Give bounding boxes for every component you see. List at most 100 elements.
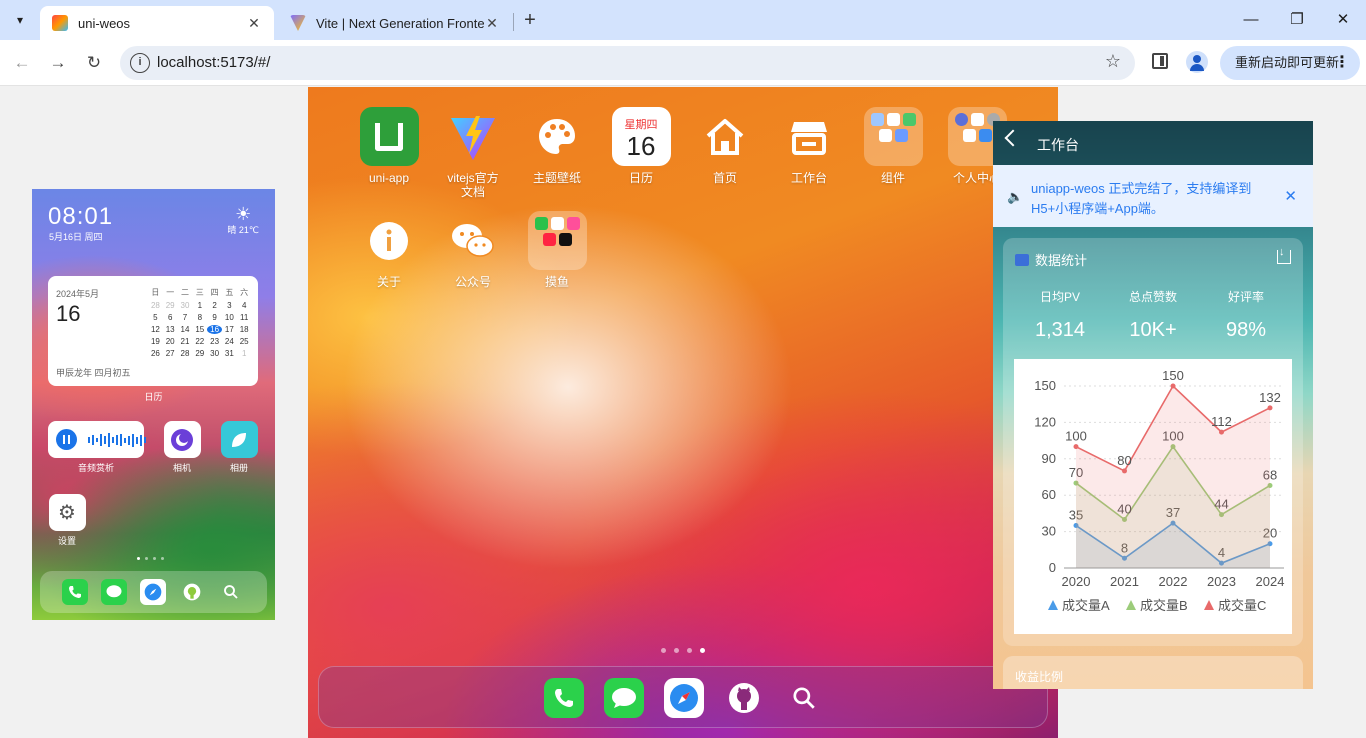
calendar-day[interactable]: 1	[192, 301, 207, 310]
new-tab-plus-icon[interactable]: +	[518, 9, 542, 33]
x-tick-label: 2022	[1159, 574, 1188, 589]
calendar-day[interactable]: 15	[192, 325, 207, 334]
calendar-day[interactable]: 30	[207, 349, 222, 358]
calendar-day[interactable]: 17	[222, 325, 237, 334]
audio-widget[interactable]	[48, 421, 146, 458]
calendar-day[interactable]: 29	[163, 301, 178, 310]
calendar-day[interactable]: 12	[148, 325, 163, 334]
calendar-day[interactable]: 28	[178, 349, 193, 358]
calendar-day[interactable]: 25	[237, 337, 252, 346]
line-chart-icon	[1015, 253, 1029, 266]
address-bar[interactable]: i localhost:5173/#/ ☆	[120, 46, 1135, 80]
reload-icon[interactable]: ↻	[80, 49, 108, 77]
app-components-folder[interactable]: 组件	[853, 107, 933, 185]
tab-uni-weos[interactable]: uni-weos ✕	[40, 6, 274, 40]
calendar-day[interactable]: 24	[222, 337, 237, 346]
calendar-day[interactable]: 16	[207, 325, 222, 334]
calendar-day[interactable]: 11	[237, 313, 252, 322]
calendar-day[interactable]: 2	[207, 301, 222, 310]
calendar-day[interactable]: 13	[163, 325, 178, 334]
vite-logo-icon	[444, 107, 503, 166]
bookmark-star-icon[interactable]: ☆	[1105, 51, 1121, 72]
calendar-day[interactable]: 9	[207, 313, 222, 322]
app-calendar[interactable]: 星期四 16 日历	[601, 107, 681, 185]
calendar-day[interactable]: 10	[222, 313, 237, 322]
legend-triangle-icon	[1126, 600, 1136, 610]
calendar-day[interactable]: 31	[222, 349, 237, 358]
calendar-grid: 日一二三四五六 28 29 30 1 2 3 4 5 6 7 8 9 10 11 12 13 14 15 16 17 18…	[148, 287, 252, 358]
calendar-day[interactable]: 6	[163, 313, 178, 322]
search-icon[interactable]	[784, 678, 824, 718]
app-home[interactable]: 首页	[685, 107, 765, 185]
app-about[interactable]: 关于	[349, 211, 429, 289]
desktop-dock	[318, 666, 1048, 728]
messages-icon[interactable]	[101, 579, 127, 605]
calendar-day[interactable]: 19	[148, 337, 163, 346]
app-workbench[interactable]: 工作台	[769, 107, 849, 185]
window-close-icon[interactable]: ✕	[1320, 8, 1366, 32]
y-tick-label: 30	[1042, 524, 1056, 539]
phone-app-settings[interactable]: ⚙ 设置	[42, 494, 92, 547]
github-icon[interactable]	[724, 678, 764, 718]
tab-search-chevron-icon[interactable]: ▾	[8, 8, 32, 32]
forward-arrow-icon[interactable]: →	[44, 49, 72, 77]
calendar-day[interactable]: 28	[148, 301, 163, 310]
update-button[interactable]: 重新启动即可更新 ⋮	[1220, 46, 1360, 80]
search-icon[interactable]	[218, 579, 244, 605]
tab-separator	[513, 13, 514, 31]
notice-close-icon[interactable]: ✕	[1284, 187, 1297, 205]
safari-compass-icon[interactable]	[664, 678, 704, 718]
tab-vite[interactable]: Vite | Next Generation Fronte ✕	[278, 6, 512, 40]
calendar-day[interactable]: 8	[192, 313, 207, 322]
calendar-day[interactable]: 1	[237, 349, 252, 358]
restore-icon[interactable]: ❐	[1274, 8, 1320, 32]
tab-close-icon[interactable]: ✕	[246, 15, 262, 32]
camera-icon	[163, 421, 201, 458]
calendar-day[interactable]: 22	[192, 337, 207, 346]
minimize-icon[interactable]: —	[1228, 8, 1274, 32]
calendar-day[interactable]: 7	[178, 313, 193, 322]
safari-compass-icon[interactable]	[140, 579, 166, 605]
calendar-day[interactable]: 29	[192, 349, 207, 358]
phone-app-camera[interactable]: 相机	[157, 421, 207, 474]
side-panel-icon[interactable]	[1152, 53, 1168, 69]
app-moyu-folder[interactable]: 摸鱼	[517, 211, 597, 289]
app-official-account[interactable]: 公众号	[433, 211, 513, 289]
calendar-day[interactable]: 21	[178, 337, 193, 346]
pause-icon[interactable]	[56, 429, 77, 450]
phone-app-gallery[interactable]: 相册	[214, 421, 264, 474]
phone-call-icon[interactable]	[544, 678, 584, 718]
legend-label: 成交量B	[1140, 598, 1188, 613]
calendar-day[interactable]: 23	[207, 337, 222, 346]
calendar-icon-weekday: 星期四	[624, 118, 658, 131]
calendar-day[interactable]: 4	[237, 301, 252, 310]
calendar-day[interactable]: 30	[178, 301, 193, 310]
components-folder-icon	[863, 107, 923, 166]
address-url[interactable]: localhost:5173/#/	[157, 54, 270, 71]
phone-call-icon[interactable]	[62, 579, 88, 605]
kebab-menu-icon[interactable]: ⋮	[1334, 46, 1350, 80]
update-label: 重新启动即可更新	[1235, 55, 1340, 70]
calendar-day[interactable]: 5	[148, 313, 163, 322]
moyu-folder-icon	[527, 211, 587, 270]
app-uni-app[interactable]: uni-app	[349, 107, 429, 185]
calendar-day[interactable]: 20	[163, 337, 178, 346]
phone-calendar-widget[interactable]: 2024年5月 16 甲辰龙年 四月初五 日一二三四五六 28 29 30 1 2 3 4 5 6…	[48, 276, 258, 386]
site-info-icon[interactable]: i	[130, 53, 150, 73]
app-vitejs-docs[interactable]: vitejs官方 文档	[433, 107, 513, 199]
calendar-day[interactable]: 27	[163, 349, 178, 358]
messages-icon[interactable]	[604, 678, 644, 718]
profile-avatar-icon[interactable]	[1186, 51, 1208, 73]
back-arrow-icon[interactable]: ←	[8, 49, 36, 77]
calendar-day[interactable]: 3	[222, 301, 237, 310]
desktop-page-dots[interactable]	[661, 648, 705, 653]
app-theme-wallpaper[interactable]: 主题壁纸	[517, 107, 597, 185]
tab-close-icon[interactable]: ✕	[484, 15, 500, 32]
calendar-year-month: 2024年5月	[56, 289, 100, 299]
github-icon[interactable]	[179, 579, 205, 605]
calendar-day[interactable]: 26	[148, 349, 163, 358]
back-chevron-icon[interactable]	[1004, 129, 1022, 147]
calendar-day[interactable]: 18	[237, 325, 252, 334]
download-icon[interactable]	[1277, 246, 1291, 264]
calendar-day[interactable]: 14	[178, 325, 193, 334]
